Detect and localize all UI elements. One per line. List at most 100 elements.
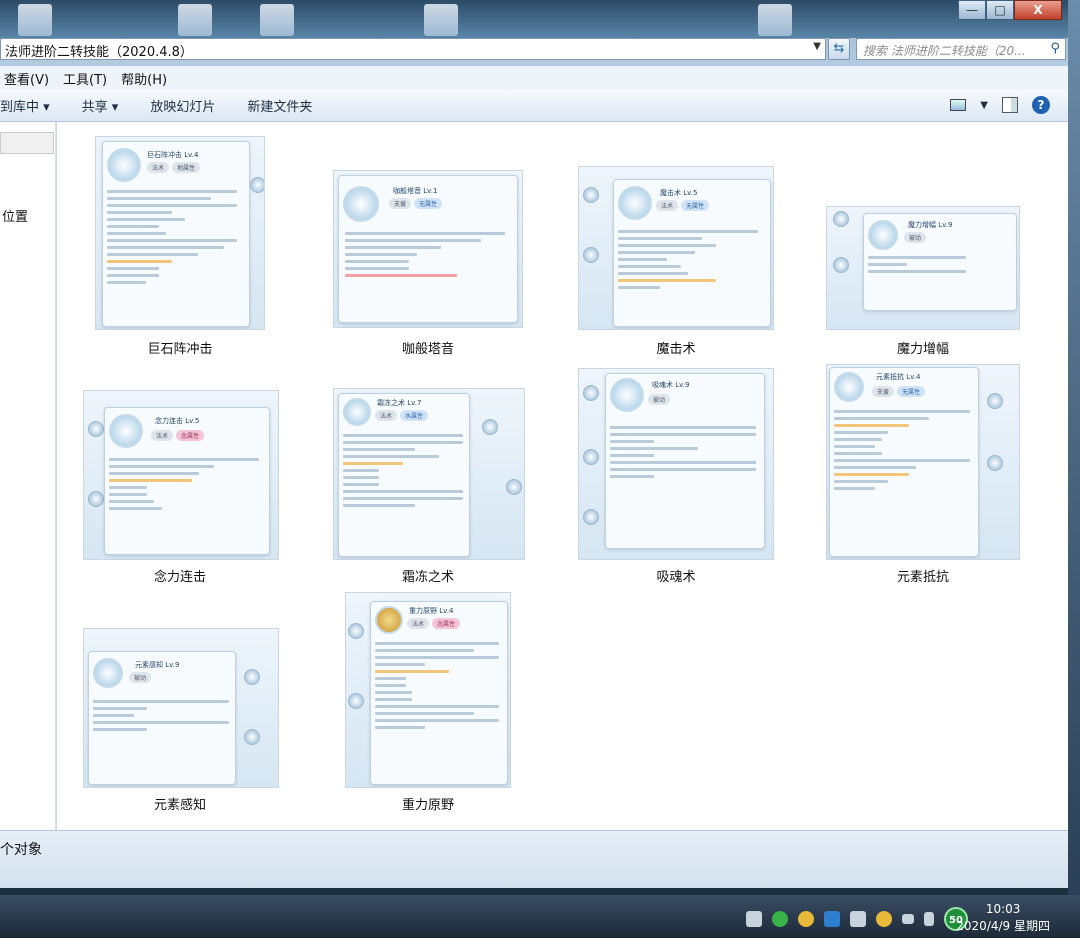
file-name[interactable]: 魔力增幅 [828, 338, 1018, 357]
file-name[interactable]: 念力连击 [85, 566, 275, 585]
clock[interactable]: 10:03 2020/4/9 星期四 [956, 901, 1050, 935]
status-bar: 个对象 [0, 830, 1068, 888]
skill-slot-icon [583, 247, 599, 263]
skill-slot-icon [506, 479, 522, 495]
skill-card: 重力原野 Lv.4 法术 念属性 [370, 601, 508, 785]
desktop-file-icon[interactable] [758, 4, 792, 36]
slideshow-button[interactable]: 放映幻灯片 [150, 96, 215, 115]
desktop-file-icon[interactable] [178, 4, 212, 36]
skill-tags: 被动 [648, 394, 673, 405]
desktop-file-icon[interactable] [424, 4, 458, 36]
file-name[interactable]: 巨石阵冲击 [85, 338, 275, 357]
file-thumbnail[interactable]: 元素感知 Lv.9 被动 [83, 628, 279, 788]
file-thumbnail[interactable]: 魔力增幅 Lv.9 被动 [826, 206, 1020, 330]
menu-help[interactable]: 帮助(H) [121, 69, 167, 88]
skill-card: 巨石阵冲击 Lv.4 法术 地属性 [102, 141, 250, 327]
desktop-background [1068, 0, 1080, 895]
skill-card-title: 霜冻之术 Lv.7 [377, 399, 422, 407]
browser-icon[interactable] [772, 911, 788, 927]
skill-card: 元素抵抗 Lv.4 支援 无属性 [829, 367, 979, 557]
file-name[interactable]: 咖般塔音 [333, 338, 523, 357]
chat-icon[interactable] [876, 911, 892, 927]
skill-card: 霜冻之术 Lv.7 法术 水属性 [338, 393, 470, 557]
app-tray-icon[interactable] [798, 911, 814, 927]
skill-card-title: 巨石阵冲击 Lv.4 [147, 151, 199, 159]
refresh-button[interactable]: ⇆ [828, 38, 850, 60]
close-button[interactable]: X [1014, 0, 1062, 20]
file-thumbnail[interactable]: 念力连击 Lv.5 法术 念属性 [83, 390, 279, 560]
volume-icon[interactable] [924, 912, 934, 926]
menu-view[interactable]: 查看(V) [4, 69, 49, 88]
skill-description [868, 256, 998, 277]
network-icon[interactable] [902, 914, 914, 924]
file-name[interactable]: 魔击术 [581, 338, 771, 357]
address-row: 法师进阶二转技能（2020.4.8） ▼ ⇆ 搜索 法师进阶二转技能（20...… [0, 38, 1068, 60]
file-thumbnail[interactable]: 咖般塔音 Lv.1 支援 无属性 [333, 170, 523, 328]
skill-tags: 法术 水属性 [375, 410, 431, 421]
maximize-button[interactable]: □ [986, 0, 1014, 20]
skill-slot-icon [88, 421, 104, 437]
skill-slot-icon [987, 393, 1003, 409]
skill-slot-icon [583, 187, 599, 203]
include-library-button[interactable]: 到库中 ▾ [0, 96, 50, 115]
skill-card: 念力连击 Lv.5 法术 念属性 [104, 407, 270, 555]
skill-icon [618, 186, 652, 220]
preview-pane-icon[interactable] [1002, 97, 1018, 113]
chevron-down-icon[interactable]: ▼ [980, 100, 988, 111]
skill-slot-icon [348, 623, 364, 639]
tag: 被动 [129, 672, 152, 683]
skill-icon [93, 658, 123, 688]
nav-item[interactable] [0, 132, 54, 154]
search-icon[interactable]: ⚲ [1050, 41, 1060, 56]
tag: 念属性 [432, 618, 461, 629]
file-name[interactable]: 重力原野 [333, 794, 523, 813]
clock-date: 2020/4/9 星期四 [956, 919, 1050, 933]
skill-tags: 法术 念属性 [151, 430, 207, 441]
new-folder-button[interactable]: 新建文件夹 [247, 96, 312, 115]
minimize-button[interactable]: — [958, 0, 986, 20]
tag: 法术 [147, 162, 170, 173]
file-thumbnail[interactable]: 霜冻之术 Lv.7 法术 水属性 [333, 388, 525, 560]
keyboard-icon[interactable] [746, 911, 762, 927]
file-name[interactable]: 元素抵抗 [828, 566, 1018, 585]
menu-tools[interactable]: 工具(T) [63, 69, 107, 88]
item-count: 个对象 [0, 842, 42, 858]
tag: 无属性 [681, 200, 710, 211]
skill-card-title: 元素抵抗 Lv.4 [876, 373, 921, 381]
skill-icon [610, 378, 644, 412]
file-thumbnail[interactable]: 重力原野 Lv.4 法术 念属性 [345, 592, 511, 788]
change-view-icon[interactable] [950, 99, 967, 111]
cloud-icon[interactable] [824, 911, 840, 927]
file-thumbnail[interactable]: 吸魂术 Lv.9 被动 [578, 368, 774, 560]
skill-slot-icon [583, 509, 599, 525]
window-controls: — □ X [958, 0, 1062, 20]
skill-icon [375, 606, 403, 634]
tag: 支援 [389, 198, 412, 209]
skill-slot-icon [482, 419, 498, 435]
skill-slot-icon [244, 729, 260, 745]
nav-location-label[interactable]: 位置 [2, 206, 28, 225]
tag: 无属性 [414, 198, 443, 209]
desktop-file-icon[interactable] [260, 4, 294, 36]
search-input[interactable]: 搜索 法师进阶二转技能（20... ⚲ [856, 38, 1066, 60]
tool-icon[interactable] [850, 911, 866, 927]
file-name[interactable]: 元素感知 [85, 794, 275, 813]
skill-description [618, 230, 758, 293]
file-thumbnail[interactable]: 巨石阵冲击 Lv.4 法术 地属性 [95, 136, 265, 330]
skill-description [375, 642, 499, 733]
file-thumbnail[interactable]: 元素抵抗 Lv.4 支援 无属性 [826, 364, 1020, 560]
skill-description [93, 700, 229, 735]
taskbar: 50 10:03 2020/4/9 星期四 [0, 895, 1080, 938]
file-thumbnail[interactable]: 魔击术 Lv.5 法术 无属性 [578, 166, 774, 330]
skill-icon [343, 398, 371, 426]
file-grid: 巨石阵冲击 Lv.4 法术 地属性 巨石阵冲击 咖般塔音 Lv.1 支援 无属性 咖… [57, 122, 1068, 830]
skill-icon [107, 148, 141, 182]
tag: 念属性 [176, 430, 205, 441]
desktop-file-icon[interactable] [18, 4, 52, 36]
address-bar[interactable]: 法师进阶二转技能（2020.4.8） ▼ [0, 38, 826, 60]
file-name[interactable]: 霜冻之术 [333, 566, 523, 585]
chevron-down-icon[interactable]: ▼ [813, 41, 821, 52]
help-icon[interactable]: ? [1032, 96, 1050, 114]
share-button[interactable]: 共享 ▾ [82, 96, 119, 115]
file-name[interactable]: 吸魂术 [581, 566, 771, 585]
